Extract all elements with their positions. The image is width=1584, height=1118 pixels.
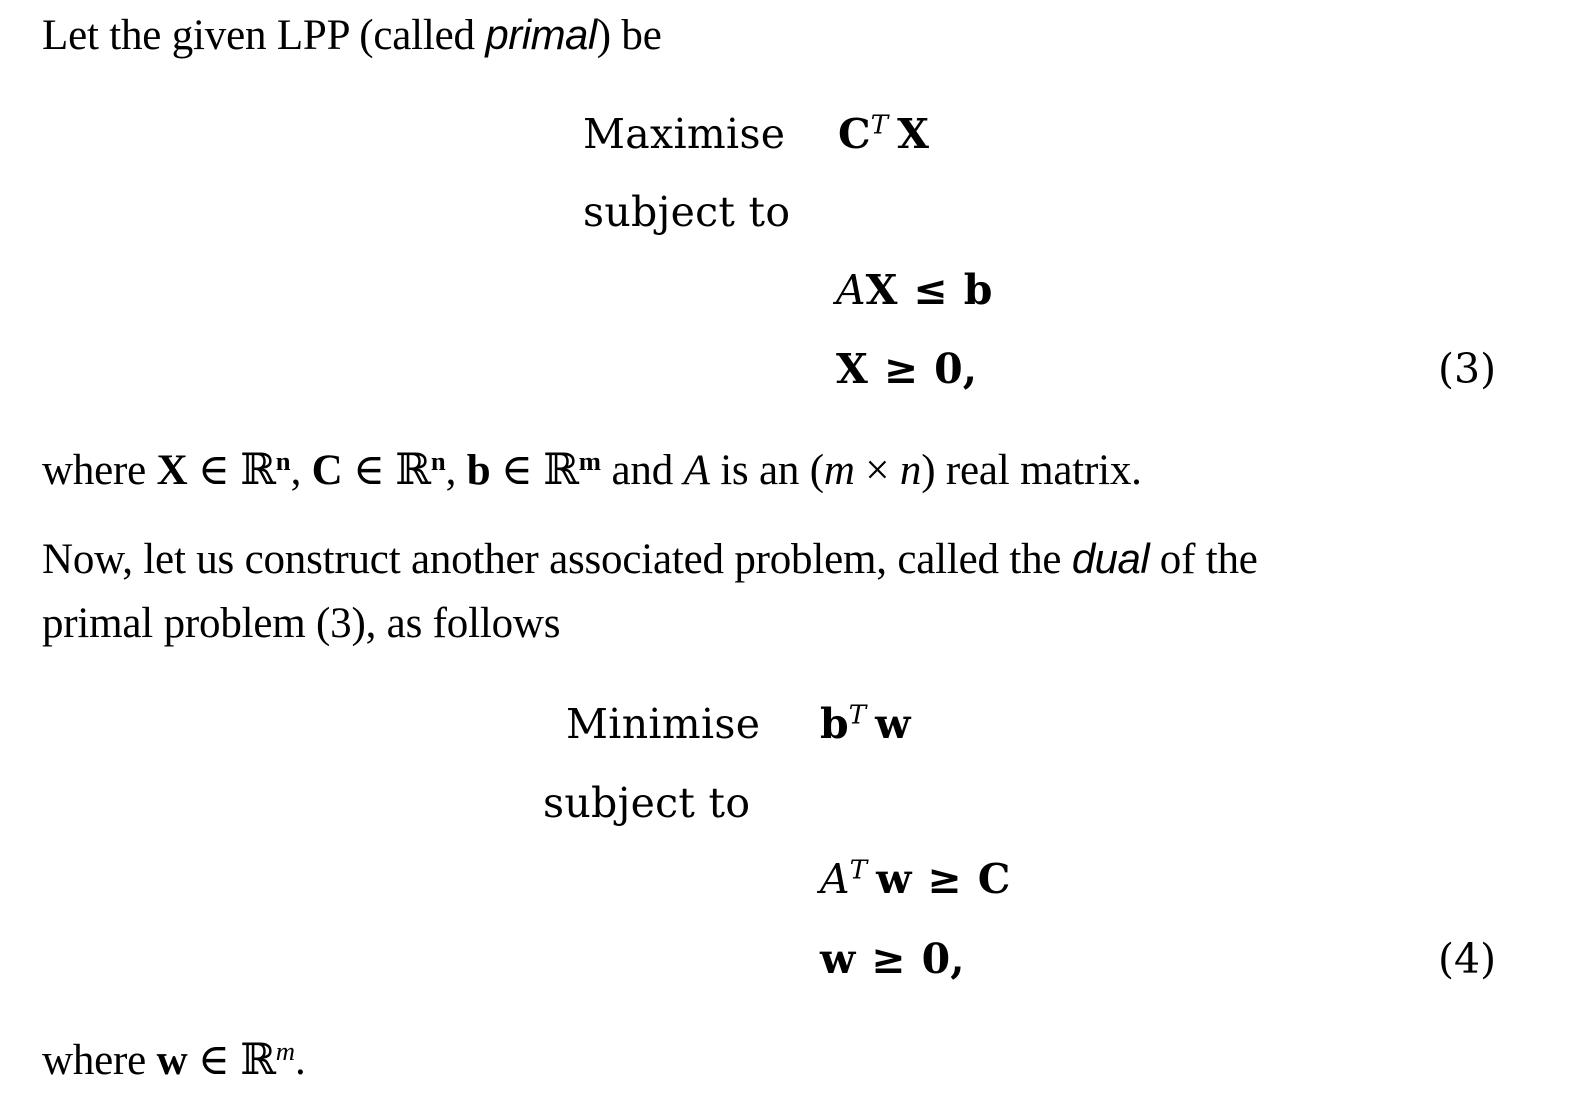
emphasis-dual: dual xyxy=(1071,535,1150,582)
where-primal-matrix-a: A xyxy=(683,446,710,494)
primal-objective-expression: CT X xyxy=(838,110,929,158)
where-dual-in: ∈ xyxy=(187,1036,241,1084)
primal-constraint-2-vector: X xyxy=(836,345,868,393)
primal-constraint-2-rhs: 0 xyxy=(934,345,963,393)
primal-objective-transpose: T xyxy=(870,110,889,141)
dual-constraint-1-vector: w xyxy=(876,855,912,903)
where-dual-paragraph: where w ∈ ℝm. xyxy=(42,1038,306,1082)
where-primal-tail-2: ) real matrix. xyxy=(921,446,1142,494)
where-primal-in-3: ∈ xyxy=(490,446,544,494)
dual-objective-label: Minimise xyxy=(566,700,761,748)
where-primal-tail-1: is an ( xyxy=(709,446,824,494)
dual-constraint-1-matrix: A xyxy=(820,855,850,903)
intro-paragraph: Let the given LPP (called primal) be xyxy=(42,11,662,59)
dual-constraint-2: w ≥0, xyxy=(820,935,964,983)
dual-intro-text-after: of the xyxy=(1149,536,1258,583)
where-dual-prefix: where xyxy=(42,1036,157,1084)
where-dual-tail: . xyxy=(295,1036,306,1084)
where-primal-var-b: b xyxy=(466,446,491,494)
dual-objective-transpose: T xyxy=(848,700,867,731)
where-primal-paragraph: where X ∈ ℝn, C ∈ ℝn, b ∈ ℝm and A is an… xyxy=(42,448,1142,492)
where-primal-sep-2: , xyxy=(445,446,467,494)
where-primal-sup-3: m xyxy=(578,446,601,476)
dual-constraint-2-trailing: , xyxy=(950,935,965,983)
where-primal-var-x: X xyxy=(156,446,188,494)
dual-constraint-1-relation: ≥ xyxy=(927,855,962,903)
where-primal-prefix: where xyxy=(42,446,157,494)
primal-subject-to-label: subject to xyxy=(583,188,791,236)
dual-constraint-1: AT w ≥ C xyxy=(820,855,1010,903)
where-dual-var-w: w xyxy=(156,1036,188,1084)
where-dual-set: ℝ xyxy=(240,1034,276,1085)
primal-constraint-1-rhs: b xyxy=(963,266,993,314)
primal-constraint-2-trailing: , xyxy=(962,345,977,393)
dual-subject-to-label: subject to xyxy=(543,779,751,827)
dual-intro-line-1: Now, let us construct another associated… xyxy=(42,535,1258,583)
primal-constraint-2-relation: ≥ xyxy=(883,345,919,393)
primal-constraint-1-relation: ≤ xyxy=(913,266,948,314)
where-primal-set-2: ℝ xyxy=(395,444,431,495)
where-primal-times: × xyxy=(854,446,900,494)
document-page: Let the given LPP (called primal) be Max… xyxy=(0,0,1584,1118)
primal-constraint-1-matrix: A xyxy=(836,266,866,314)
where-primal-set-3: ℝ xyxy=(543,444,579,495)
intro-text-before: Let the given LPP (called xyxy=(42,12,486,59)
primal-constraint-2: X ≥0, xyxy=(836,345,977,393)
intro-text-after: ) be xyxy=(596,12,662,59)
primal-constraint-1-vector: X xyxy=(865,266,898,314)
where-dual-sup: m xyxy=(275,1036,295,1066)
where-primal-sep-1: , xyxy=(290,446,312,494)
where-primal-in-2: ∈ xyxy=(342,446,396,494)
dual-objective-vector-w: w xyxy=(875,700,911,748)
dual-constraint-2-relation: ≥ xyxy=(871,935,906,983)
emphasis-primal: primal xyxy=(485,11,597,58)
where-primal-sup-1: n xyxy=(275,446,291,476)
dual-constraint-2-rhs: 0 xyxy=(921,935,951,983)
where-primal-dim-m: m xyxy=(823,446,855,494)
dual-intro-text-before: Now, let us construct another associated… xyxy=(42,536,1072,583)
equation-number-4: (4) xyxy=(1438,935,1497,983)
dual-constraint-1-transpose: T xyxy=(849,855,868,886)
equation-number-3: (3) xyxy=(1438,345,1497,393)
dual-intro-line-2: primal problem (3), as follows xyxy=(42,600,561,647)
primal-objective-vector-c: C xyxy=(838,110,871,158)
where-primal-mid: and xyxy=(600,446,684,494)
dual-objective-vector-b: b xyxy=(820,700,849,748)
primal-objective-label: Maximise xyxy=(583,110,786,158)
where-primal-dim-n: n xyxy=(899,446,922,494)
dual-constraint-2-vector: w xyxy=(820,935,856,983)
where-primal-in-1: ∈ xyxy=(187,446,241,494)
primal-constraint-1: AX ≤ b xyxy=(836,266,992,314)
where-primal-sup-2: n xyxy=(430,446,446,476)
where-primal-var-c: C xyxy=(311,446,343,494)
where-primal-set-1: ℝ xyxy=(240,444,276,495)
dual-objective-expression: bT w xyxy=(820,700,910,748)
primal-objective-vector-x: X xyxy=(897,110,929,158)
dual-constraint-1-rhs: C xyxy=(977,855,1011,903)
